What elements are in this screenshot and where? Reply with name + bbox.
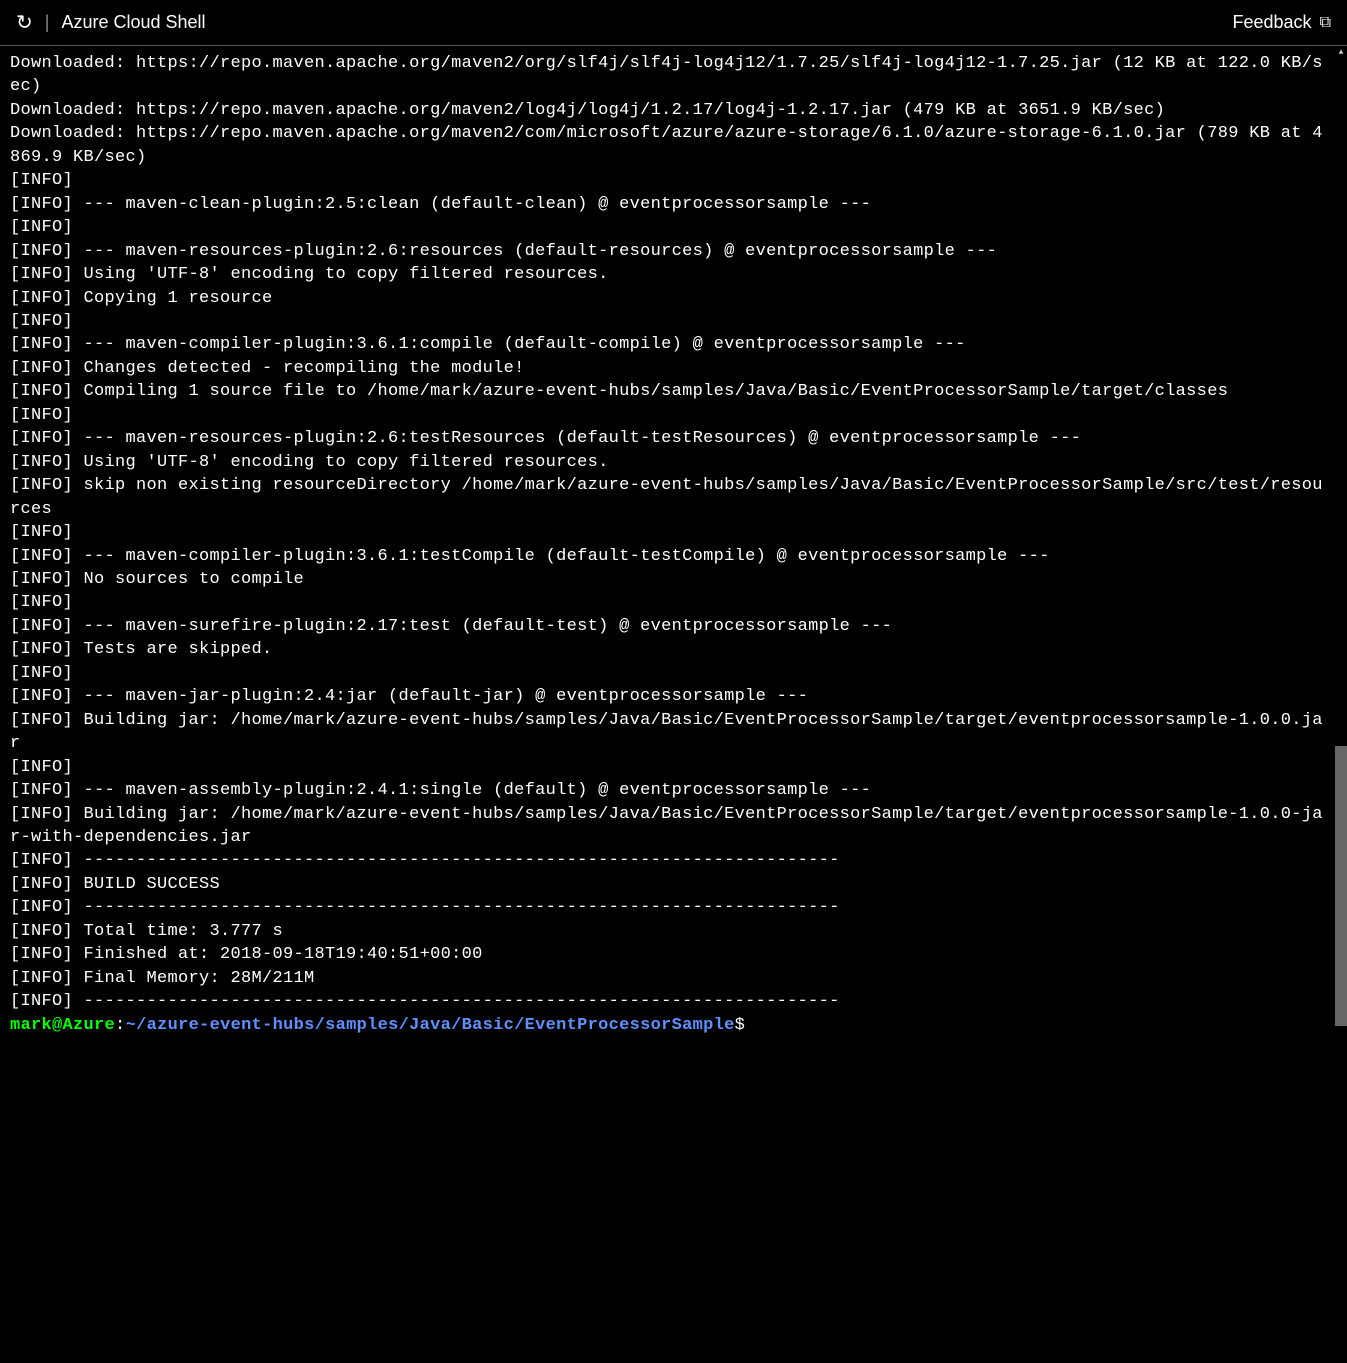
terminal-line: [INFO] Compiling 1 source file to /home/… <box>10 380 1325 403</box>
terminal-line: [INFO] Building jar: /home/mark/azure-ev… <box>10 803 1325 850</box>
header-divider: | <box>45 12 50 33</box>
refresh-icon[interactable]: ↻ <box>16 10 33 35</box>
scrollbar: ▲ <box>1335 46 1347 1363</box>
terminal-line: [INFO] Final Memory: 28M/211M <box>10 967 1325 990</box>
external-link-icon: ⧉ <box>1320 14 1331 32</box>
terminal-line: [INFO] BUILD SUCCESS <box>10 873 1325 896</box>
terminal-line: Downloaded: https://repo.maven.apache.or… <box>10 52 1325 99</box>
terminal-line: [INFO] --- maven-resources-plugin:2.6:re… <box>10 240 1325 263</box>
prompt-host: Azure <box>63 1016 116 1035</box>
terminal-line: Downloaded: https://repo.maven.apache.or… <box>10 99 1325 122</box>
scrollbar-thumb[interactable] <box>1335 746 1347 1026</box>
terminal-line: [INFO] <box>10 662 1325 685</box>
terminal-line: Downloaded: https://repo.maven.apache.or… <box>10 122 1325 169</box>
terminal-line: [INFO] Using 'UTF-8' encoding to copy fi… <box>10 263 1325 286</box>
prompt-at: @ <box>52 1016 63 1035</box>
scrollbar-up-arrow-icon[interactable]: ▲ <box>1335 46 1347 60</box>
prompt-user: mark <box>10 1016 52 1035</box>
terminal-output[interactable]: Downloaded: https://repo.maven.apache.or… <box>0 46 1335 1363</box>
terminal-line: [INFO] <box>10 591 1325 614</box>
terminal-line: [INFO] No sources to compile <box>10 568 1325 591</box>
terminal-line: [INFO] --- maven-resources-plugin:2.6:te… <box>10 427 1325 450</box>
terminal-line: [INFO] <box>10 404 1325 427</box>
terminal-line: [INFO] <box>10 310 1325 333</box>
feedback-label: Feedback <box>1233 12 1312 33</box>
terminal-line: [INFO] Using 'UTF-8' encoding to copy fi… <box>10 451 1325 474</box>
terminal-line: [INFO] --- maven-jar-plugin:2.4:jar (def… <box>10 685 1325 708</box>
terminal-line: [INFO] Total time: 3.777 s <box>10 920 1325 943</box>
terminal-line: [INFO] --- maven-clean-plugin:2.5:clean … <box>10 193 1325 216</box>
terminal-line: [INFO] Copying 1 resource <box>10 287 1325 310</box>
terminal-container: Downloaded: https://repo.maven.apache.or… <box>0 46 1347 1363</box>
terminal-line: [INFO] --- maven-compiler-plugin:3.6.1:c… <box>10 333 1325 356</box>
terminal-line: [INFO] skip non existing resourceDirecto… <box>10 474 1325 521</box>
terminal-line: [INFO] --- maven-surefire-plugin:2.17:te… <box>10 615 1325 638</box>
terminal-line: [INFO] Finished at: 2018-09-18T19:40:51+… <box>10 943 1325 966</box>
header-left: ↻ | Azure Cloud Shell <box>16 10 206 35</box>
terminal-line: [INFO] ---------------------------------… <box>10 896 1325 919</box>
prompt-path: ~/azure-event-hubs/samples/Java/Basic/Ev… <box>126 1016 735 1035</box>
terminal-line: [INFO] <box>10 756 1325 779</box>
terminal-line: [INFO] Tests are skipped. <box>10 638 1325 661</box>
feedback-link[interactable]: Feedback ⧉ <box>1233 12 1332 33</box>
terminal-line: [INFO] ---------------------------------… <box>10 849 1325 872</box>
terminal-line: [INFO] <box>10 521 1325 544</box>
terminal-line: [INFO] Building jar: /home/mark/azure-ev… <box>10 709 1325 756</box>
terminal-line: [INFO] <box>10 216 1325 239</box>
prompt-colon: : <box>115 1016 126 1035</box>
scrollbar-track[interactable]: ▲ <box>1335 46 1347 1363</box>
terminal-prompt[interactable]: mark@Azure:~/azure-event-hubs/samples/Ja… <box>10 1014 1325 1037</box>
terminal-line: [INFO] --- maven-assembly-plugin:2.4.1:s… <box>10 779 1325 802</box>
cloud-shell-header: ↻ | Azure Cloud Shell Feedback ⧉ <box>0 0 1347 46</box>
terminal-line: [INFO] Changes detected - recompiling th… <box>10 357 1325 380</box>
terminal-line: [INFO] --- maven-compiler-plugin:3.6.1:t… <box>10 545 1325 568</box>
terminal-line: [INFO] ---------------------------------… <box>10 990 1325 1013</box>
shell-title: Azure Cloud Shell <box>61 12 205 33</box>
terminal-line: [INFO] <box>10 169 1325 192</box>
prompt-dollar: $ <box>735 1016 746 1035</box>
